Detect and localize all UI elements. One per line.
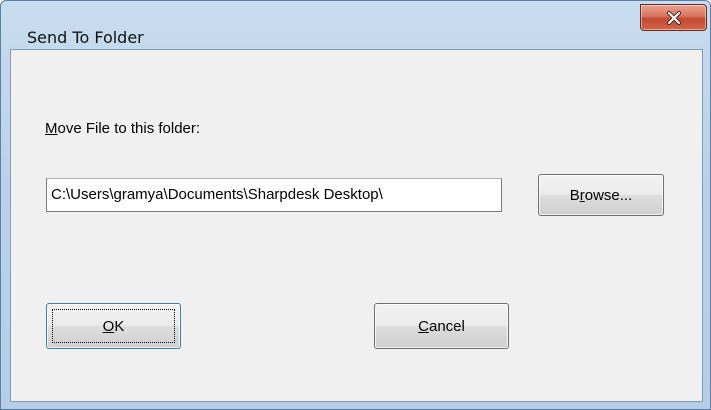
focus-rectangle [52,309,175,343]
browse-label-rest: owse... [584,186,633,204]
cancel-button[interactable]: Cancel [374,303,509,349]
cancel-mnemonic: C [418,317,429,335]
ok-button[interactable]: OK [46,303,181,349]
browse-button[interactable]: Br owse... [538,174,664,216]
move-file-label: Move File to this folder: [45,120,200,137]
browse-label-prefix: B [569,186,580,204]
dialog-body [10,49,703,402]
close-button[interactable] [640,4,707,31]
folder-path-input[interactable]: C:\Users\gramya\Documents\Sharpdesk Desk… [46,178,502,212]
title-bar[interactable]: Send To Folder [1,1,710,47]
close-icon [641,5,706,30]
prompt-text: ove File to this folder: [57,120,201,137]
window-title: Send To Folder [27,28,144,47]
prompt-mnemonic: M [45,120,58,137]
cancel-label-rest: ancel [428,317,465,335]
send-to-folder-dialog: Send To Folder Move File to this folder:… [0,0,711,410]
